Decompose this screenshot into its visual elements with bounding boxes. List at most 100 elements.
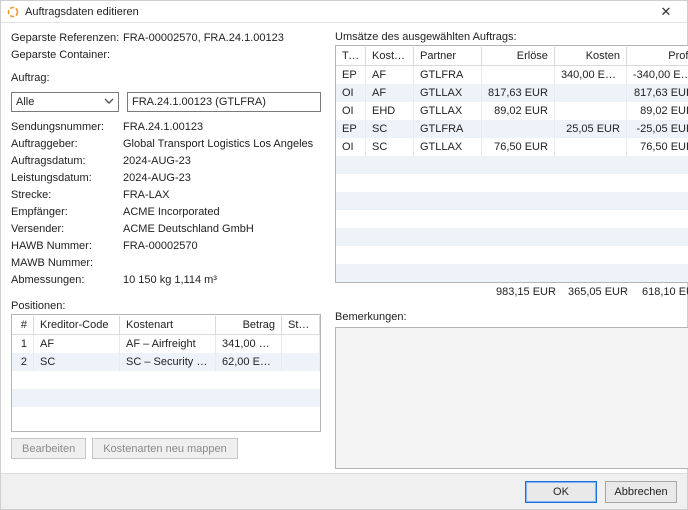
value-parsed-containers	[123, 48, 321, 63]
turnover-body: EP AF GTLFRA 340,00 EUR -340,00 EUR OI A…	[336, 66, 688, 282]
cell: 76,50 EUR	[482, 138, 555, 156]
dialog-footer: OK Abbrechen	[1, 473, 687, 509]
turnover-col-kind[interactable]: Kosten...	[366, 47, 414, 65]
positions-col-kind[interactable]: Kostenart	[120, 316, 216, 334]
cell: 817,63 EUR	[627, 84, 688, 102]
cell: GTLLAX	[414, 102, 482, 120]
label-consignee: Empfänger:	[11, 205, 123, 220]
order-selector-row: Alle FRA.24.1.00123 (GTLFRA)	[11, 92, 321, 112]
chevron-down-icon	[104, 96, 114, 108]
positions-col-amount[interactable]: Betrag	[216, 316, 282, 334]
cell: OI	[336, 102, 366, 120]
cell: AF	[366, 84, 414, 102]
turnover-col-profit[interactable]: Profit	[627, 47, 688, 65]
table-row	[336, 246, 688, 264]
positions-header: # Kreditor-Code Kostenart Betrag Steuerp…	[12, 315, 320, 335]
remap-button[interactable]: Kostenarten neu mappen	[92, 438, 238, 459]
label-parsed-containers: Geparste Container:	[11, 48, 123, 63]
order-filter-select[interactable]: Alle	[11, 92, 119, 112]
cell	[555, 138, 627, 156]
table-row	[336, 192, 688, 210]
cell	[555, 102, 627, 120]
label-dimensions: Abmessungen:	[11, 273, 123, 288]
label-positions: Positionen:	[11, 300, 321, 312]
title-bar: Auftragsdaten editieren ✕	[1, 1, 687, 23]
cancel-button[interactable]: Abbrechen	[605, 481, 677, 503]
label-parsed-refs: Geparste Referenzen:	[11, 31, 123, 46]
order-value-input[interactable]: FRA.24.1.00123 (GTLFRA)	[127, 92, 321, 112]
cell: 76,50 EUR	[627, 138, 688, 156]
label-mawb: MAWB Nummer:	[11, 256, 123, 271]
cell: SC	[366, 138, 414, 156]
cell	[282, 353, 320, 371]
value-service-date: 2024-AUG-23	[123, 171, 321, 186]
edit-button[interactable]: Bearbeiten	[11, 438, 86, 459]
value-client: Global Transport Logistics Los Angeles	[123, 137, 321, 152]
cell: SC – Security Ch...	[120, 353, 216, 371]
turnover-header: Typ Kosten... Partner Erlöse Kosten Prof…	[336, 46, 688, 66]
dialog-window: Auftragsdaten editieren ✕ Geparste Refer…	[0, 0, 688, 510]
table-row[interactable]: 1 AF AF – Airfreight 341,00 EUR	[12, 335, 320, 353]
turnover-col-rev[interactable]: Erlöse	[482, 47, 555, 65]
turnover-col-typ[interactable]: Typ	[336, 47, 366, 65]
table-row[interactable]: OI SC GTLLAX 76,50 EUR 76,50 EUR	[336, 138, 688, 156]
content-area: Geparste Referenzen: FRA-00002570, FRA.2…	[1, 23, 687, 473]
table-row[interactable]: EP AF GTLFRA 340,00 EUR -340,00 EUR	[336, 66, 688, 84]
table-row[interactable]: 2 SC SC – Security Ch... 62,00 EUR	[12, 353, 320, 371]
cell: 2	[12, 353, 34, 371]
label-shipment-no: Sendungsnummer:	[11, 120, 123, 135]
positions-col-code[interactable]: Kreditor-Code	[34, 316, 120, 334]
table-row	[336, 264, 688, 282]
cell: SC	[366, 120, 414, 138]
cell	[482, 66, 555, 84]
cell: AF	[366, 66, 414, 84]
cell: 341,00 EUR	[216, 335, 282, 353]
turnover-col-partner[interactable]: Partner	[414, 47, 482, 65]
label-service-date: Leistungsdatum:	[11, 171, 123, 186]
positions-buttons: Bearbeiten Kostenarten neu mappen	[11, 438, 321, 459]
remarks-input[interactable]	[335, 327, 688, 469]
cell: 89,02 EUR	[627, 102, 688, 120]
turnover-grid[interactable]: Typ Kosten... Partner Erlöse Kosten Prof…	[335, 45, 688, 283]
table-row[interactable]: OI AF GTLLAX 817,63 EUR 817,63 EUR	[336, 84, 688, 102]
app-icon	[7, 6, 19, 18]
cell: AF	[34, 335, 120, 353]
value-shipment-no: FRA.24.1.00123	[123, 120, 321, 135]
cell: EHD	[366, 102, 414, 120]
table-row	[12, 407, 320, 425]
cell: EP	[336, 120, 366, 138]
total-rev: 983,15 EUR	[481, 286, 556, 298]
value-route: FRA-LAX	[123, 188, 321, 203]
value-shipper: ACME Deutschland GmbH	[123, 222, 321, 237]
label-route: Strecke:	[11, 188, 123, 203]
turnover-col-cost[interactable]: Kosten	[555, 47, 627, 65]
positions-grid[interactable]: # Kreditor-Code Kostenart Betrag Steuerp…	[11, 314, 321, 432]
total-profit: 618,10 EUR	[628, 286, 688, 298]
close-icon[interactable]: ✕	[651, 4, 681, 20]
label-client: Auftraggeber:	[11, 137, 123, 152]
table-row[interactable]: OI EHD GTLLAX 89,02 EUR 89,02 EUR	[336, 102, 688, 120]
cell: SC	[34, 353, 120, 371]
label-hawb: HAWB Nummer:	[11, 239, 123, 254]
table-row	[336, 210, 688, 228]
table-row	[336, 156, 688, 174]
label-order-date: Auftragsdatum:	[11, 154, 123, 169]
row-parsed-refs: Geparste Referenzen: FRA-00002570, FRA.2…	[11, 31, 321, 46]
row-parsed-containers: Geparste Container:	[11, 48, 321, 63]
ok-button[interactable]: OK	[525, 481, 597, 503]
table-row[interactable]: EP SC GTLFRA 25,05 EUR -25,05 EUR	[336, 120, 688, 138]
table-row	[336, 174, 688, 192]
cell: -25,05 EUR	[627, 120, 688, 138]
window-title: Auftragsdaten editieren	[25, 6, 651, 18]
value-consignee: ACME Incorporated	[123, 205, 321, 220]
turnover-totals: 983,15 EUR 365,05 EUR 618,10 EUR	[335, 283, 688, 301]
row-order-label: Auftrag:	[11, 71, 321, 86]
positions-col-idx[interactable]: #	[12, 316, 34, 334]
table-row	[12, 389, 320, 407]
order-value-text: FRA.24.1.00123 (GTLFRA)	[132, 96, 266, 108]
value-hawb: FRA-00002570	[123, 239, 321, 254]
cell: 340,00 EUR	[555, 66, 627, 84]
positions-body: 1 AF AF – Airfreight 341,00 EUR 2 SC SC …	[12, 335, 320, 431]
positions-col-tax[interactable]: Steuerpflichtig	[282, 316, 320, 334]
cell: OI	[336, 138, 366, 156]
